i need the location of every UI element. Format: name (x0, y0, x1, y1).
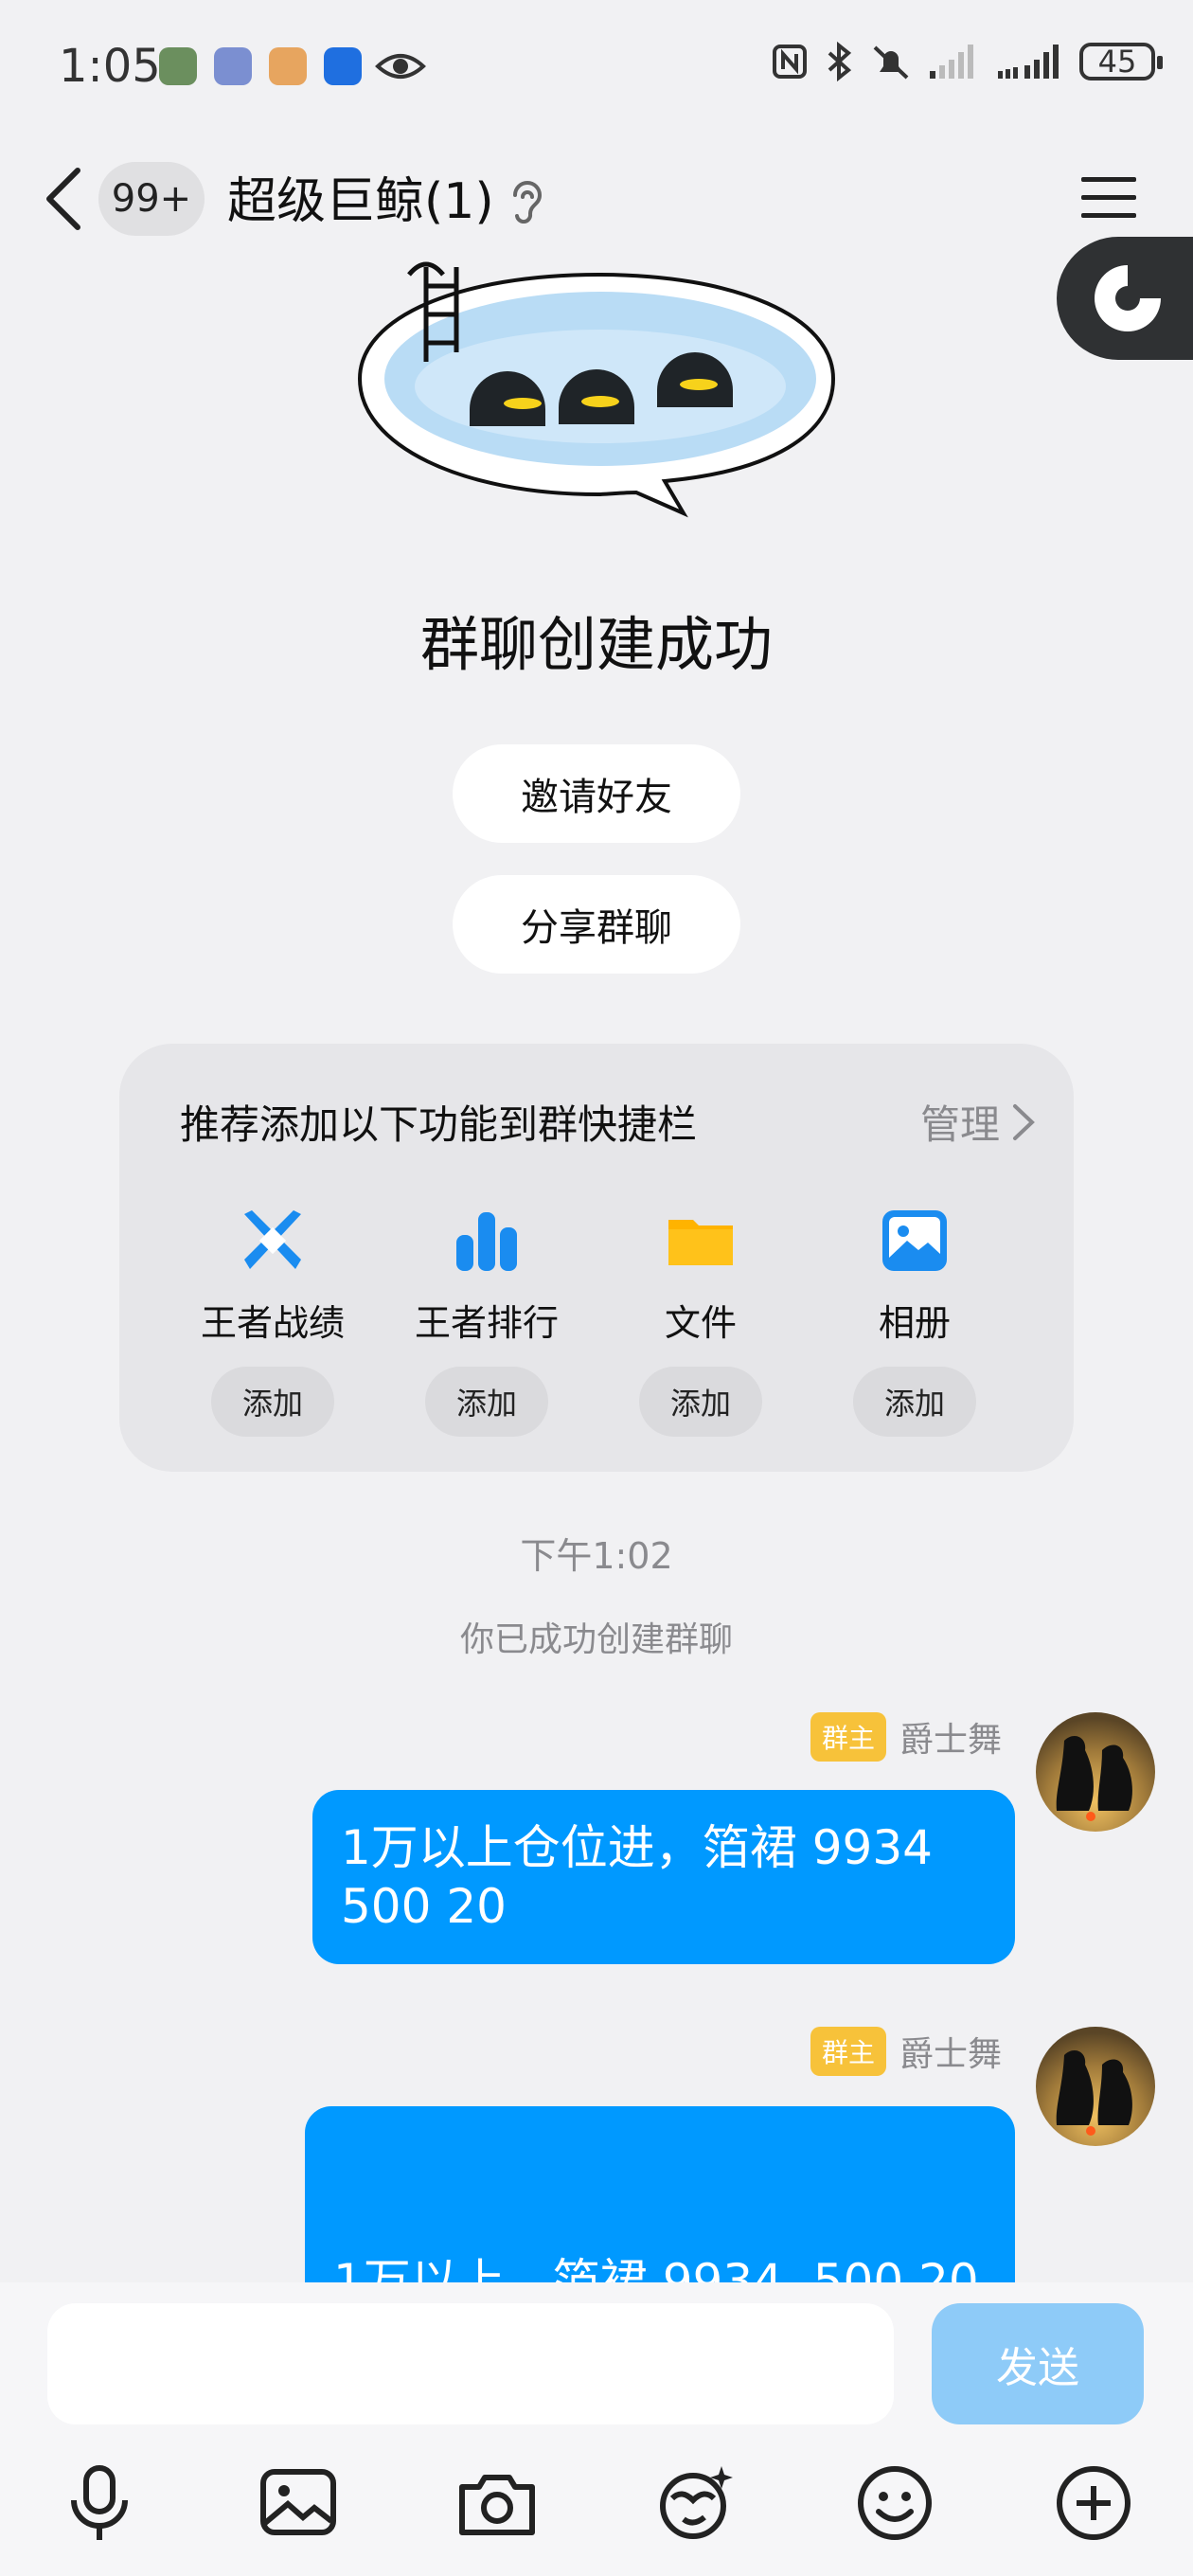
avatar[interactable] (1036, 2027, 1155, 2146)
signal-icon (930, 45, 973, 79)
add-shortcut-button[interactable]: 添加 (425, 1367, 548, 1437)
shortcut-item-album: 相册 添加 (839, 1207, 990, 1437)
group-owner-badge: 群主 (810, 1712, 886, 1762)
image-button[interactable] (256, 2460, 341, 2546)
microphone-icon (71, 2465, 128, 2540)
sticker-face-button[interactable] (653, 2460, 739, 2546)
manage-label: 管理 (919, 1101, 1000, 1148)
shortcut-suggestion-card: 推荐添加以下功能到群快捷栏 管理 王者战绩 添加 王者排行 添加 文件 添加 相… (119, 1044, 1074, 1472)
message-bubble[interactable]: 1万以上仓位进，箔裙 9934 500 20 (312, 1790, 1015, 1964)
camera-icon (459, 2475, 535, 2535)
emoji-button[interactable] (852, 2460, 937, 2546)
notification-app-icon (269, 47, 307, 85)
bar-chart-icon (456, 1212, 517, 1271)
message-input[interactable] (47, 2303, 894, 2424)
add-shortcut-button[interactable]: 添加 (639, 1367, 762, 1437)
sender-name: 爵士舞 (899, 2035, 1002, 2074)
voice-button[interactable] (57, 2460, 142, 2546)
bluetooth-icon (828, 42, 852, 81)
chat-title[interactable]: 超级巨鲸(1) (227, 161, 494, 232)
penguins-pool-illustration (357, 261, 836, 518)
mute-bell-icon (873, 45, 909, 80)
message-line: 500 20 (341, 1879, 507, 1934)
card-title: 推荐添加以下功能到群快捷栏 (180, 1101, 698, 1148)
signal-icon (998, 45, 1059, 79)
ai-face-icon (660, 2466, 733, 2539)
camera-button[interactable] (454, 2460, 540, 2546)
plus-circle-icon (1057, 2466, 1131, 2540)
shortcut-label: 王者排行 (414, 1302, 559, 1344)
folder-icon (668, 1220, 733, 1265)
unread-count-badge[interactable]: 99+ (98, 162, 205, 236)
shortcut-label: 相册 (878, 1302, 951, 1344)
shortcut-item-files: 文件 添加 (625, 1207, 776, 1437)
manage-link[interactable]: 管理 (920, 1093, 1036, 1151)
eye-icon (375, 54, 426, 79)
message-line: 1万以上仓位进，箔裙 9934 (341, 1820, 933, 1875)
avatar-image (1036, 2027, 1155, 2146)
image-icon (260, 2469, 336, 2535)
system-message: 你已成功创建群聊 (459, 1620, 733, 1659)
ear-icon[interactable] (507, 176, 547, 224)
sword-icon (244, 1210, 301, 1269)
notification-app-icon (214, 47, 252, 85)
share-group-button[interactable]: 分享群聊 (453, 875, 740, 974)
menu-icon[interactable] (1079, 174, 1138, 222)
smiley-icon (858, 2466, 932, 2540)
floating-widget-button[interactable] (1057, 237, 1193, 360)
message-timestamp: 下午1:02 (520, 1535, 673, 1577)
nfc-icon (773, 45, 807, 79)
shortcut-label: 文件 (664, 1302, 737, 1344)
back-arrow-icon[interactable] (42, 167, 83, 231)
notification-app-icon (324, 47, 362, 85)
message-sender: 群主 爵士舞 (810, 2027, 1002, 2076)
message-sender: 群主 爵士舞 (810, 1712, 1002, 1762)
avatar[interactable] (1036, 1712, 1155, 1832)
more-button[interactable] (1051, 2460, 1136, 2546)
avatar-image (1036, 1712, 1155, 1832)
shortcut-item-kog-record: 王者战绩 添加 (197, 1207, 348, 1437)
notification-app-icon (159, 47, 197, 85)
group-created-title: 群聊创建成功 (419, 610, 773, 679)
shortcut-item-kog-ranking: 王者排行 添加 (411, 1207, 562, 1437)
sender-name: 爵士舞 (899, 1721, 1002, 1760)
add-shortcut-button[interactable]: 添加 (853, 1367, 976, 1437)
chevron-right-icon (1013, 1103, 1035, 1140)
shortcut-label: 王者战绩 (200, 1302, 345, 1344)
status-time: 1:05 (59, 40, 161, 93)
group-owner-badge: 群主 (810, 2027, 886, 2076)
input-bar: 发送 (0, 2282, 1193, 2576)
photo-album-icon (882, 1210, 947, 1271)
floating-widget-icon (1095, 265, 1161, 331)
invite-friends-button[interactable]: 邀请好友 (453, 744, 740, 843)
send-button[interactable]: 发送 (932, 2303, 1144, 2424)
chat-header: 99+ 超级巨鲸(1) (0, 133, 1193, 265)
status-bar: 1:05 45 (0, 0, 1193, 133)
add-shortcut-button[interactable]: 添加 (211, 1367, 334, 1437)
battery-indicator: 45 (1079, 43, 1163, 80)
